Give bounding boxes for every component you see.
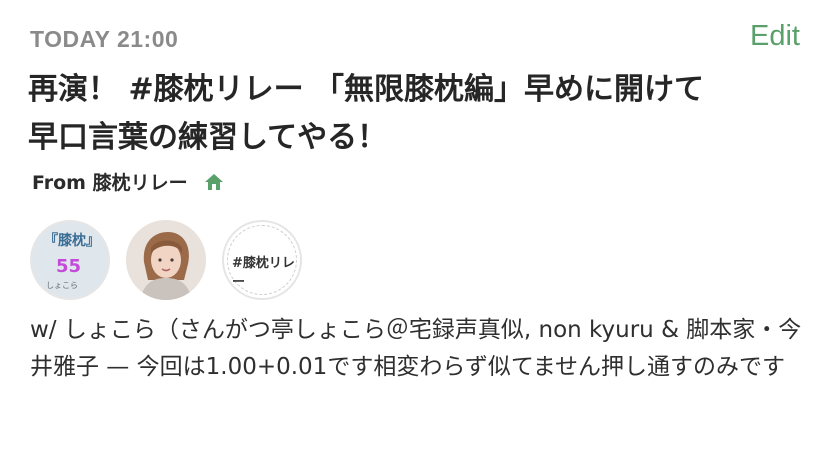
avatar-poster-number: 55 xyxy=(56,256,82,277)
avatar-person[interactable] xyxy=(126,220,206,300)
avatar-poster-title: 『膝枕』 xyxy=(44,233,100,249)
avatar-poster-caption: しょこら xyxy=(46,281,78,290)
from-label: From 膝枕リレー xyxy=(32,172,188,194)
event-time: TODAY 21:00 xyxy=(30,26,179,52)
avatar-hashtag[interactable]: #膝枕リレー xyxy=(222,220,302,300)
event-description: w/ しょこら（さんがつ亭しょこら＠宅録声真似, non kyuru & 脚本家… xyxy=(30,317,802,380)
person-portrait xyxy=(126,220,206,300)
event-header: TODAY 21:00 Edit xyxy=(30,20,800,60)
avatar-poster[interactable]: 『膝枕』 55 しょこら xyxy=(30,220,110,300)
avatar-hashtag-label: #膝枕リレー xyxy=(232,256,295,290)
home-icon xyxy=(204,172,224,192)
edit-button[interactable]: Edit xyxy=(750,20,800,53)
from-club[interactable]: From 膝枕リレー xyxy=(32,168,224,195)
speaker-avatars: 『膝枕』 55 しょこら #膝枕リレー xyxy=(30,220,302,300)
event-title: 再演！ #膝枕リレー 「無限膝枕編」早めに開けて早口言葉の練習してやる！ xyxy=(28,72,705,155)
